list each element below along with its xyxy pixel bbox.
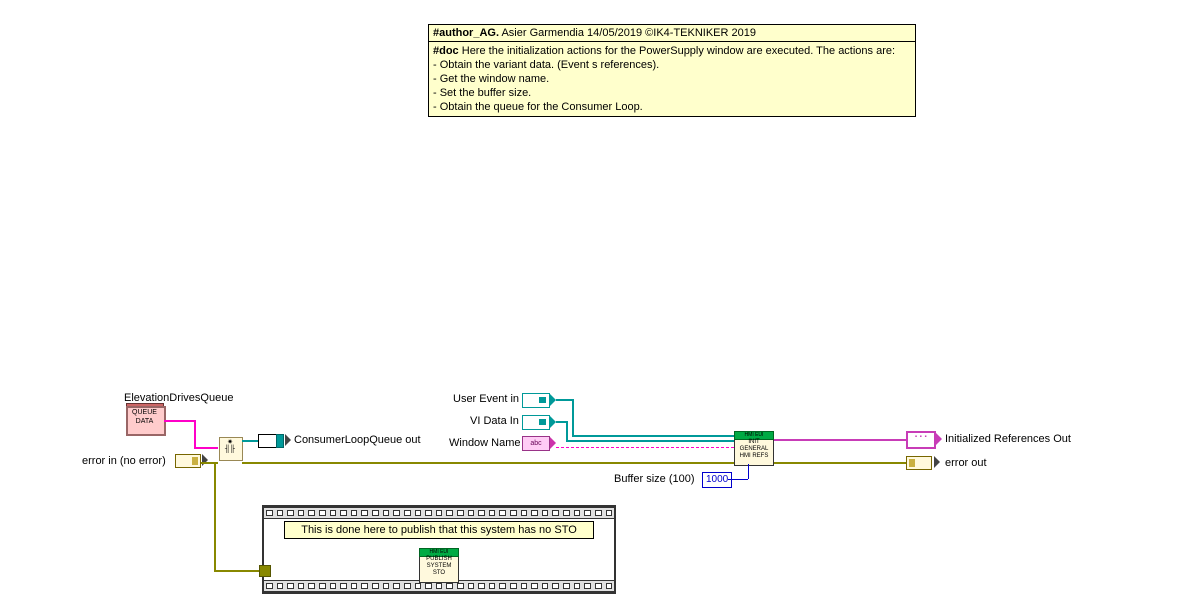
wire: [556, 399, 572, 401]
user-event-in-terminal[interactable]: [522, 393, 550, 408]
doc-comment: #doc Here the initialization actions for…: [428, 41, 916, 117]
window-name-terminal[interactable]: abc: [522, 436, 550, 451]
wire: [556, 447, 734, 448]
doc-line1: - Obtain the variant data. (Event s refe…: [433, 58, 911, 72]
vi-data-in-label: VI Data In: [470, 415, 519, 427]
error-in-label: error in (no error): [82, 455, 166, 467]
error-out-terminal[interactable]: [906, 456, 932, 470]
init-refs-arrow-icon: [936, 433, 942, 445]
wire: [194, 447, 218, 449]
subvi-init-text: INIT GENERAL HMI REFS: [735, 439, 773, 460]
unbundle-glyph: ✷╢╟: [221, 438, 239, 453]
wire: [566, 421, 568, 440]
consumer-loop-queue-out-label: ConsumerLoopQueue out: [294, 434, 421, 446]
wire: [774, 439, 906, 441]
author-tag: #author_AG.: [433, 27, 499, 39]
wire: [164, 420, 194, 422]
error-out-arrow-icon: [934, 456, 940, 468]
wire: [774, 462, 906, 464]
window-name-label: Window Name: [449, 437, 521, 449]
doc-line2: - Get the window name.: [433, 72, 911, 86]
error-in-arrow-icon: [202, 454, 208, 466]
initialized-references-out-terminal[interactable]: ▪ ▪ ▪: [906, 431, 936, 449]
wire: [194, 420, 196, 447]
user-event-in-label: User Event in: [453, 393, 518, 405]
wire: [214, 570, 260, 572]
buffer-size-label: Buffer size (100): [614, 473, 695, 485]
doc-line3: - Set the buffer size.: [433, 86, 911, 100]
consumer-loop-queue-out-terminal[interactable]: [258, 434, 284, 448]
doc-line4: - Obtain the queue for the Consumer Loop…: [433, 100, 911, 114]
film-strip-top: [264, 507, 614, 519]
wire: [728, 479, 748, 480]
wire: [572, 435, 734, 437]
publish-system-sto-subvi[interactable]: HMI EUI PUBLISH SYSTEM STO: [419, 549, 459, 583]
queue-data-node-text: QUEUE DATA: [127, 409, 162, 425]
doc-tag: #doc: [433, 45, 459, 57]
doc-text: Here the initialization actions for the …: [459, 45, 895, 57]
author-text: Asier Garmendia 14/05/2019 ©IK4-TEKNIKER…: [499, 27, 756, 39]
subvi-sto-text: PUBLISH SYSTEM STO: [420, 556, 458, 577]
wire: [556, 421, 566, 423]
wire: [566, 440, 734, 442]
sequence-tunnel: [259, 565, 271, 577]
wire: [748, 464, 749, 479]
wire: [214, 462, 216, 570]
wire: [242, 440, 258, 442]
author-comment: #author_AG. Asier Garmendia 14/05/2019 ©…: [428, 24, 916, 42]
error-in-terminal[interactable]: [175, 454, 201, 468]
wire: [242, 462, 734, 464]
wire: [572, 399, 574, 435]
consumer-loop-arrow-icon: [285, 434, 291, 446]
flat-sequence-structure[interactable]: This is done here to publish that this s…: [262, 505, 616, 594]
sto-comment: This is done here to publish that this s…: [284, 521, 594, 539]
vi-data-in-terminal[interactable]: [522, 415, 550, 430]
buffer-size-constant[interactable]: 1000: [702, 472, 732, 488]
initialized-references-out-label: Initialized References Out: [945, 433, 1071, 445]
init-general-hmirefs-subvi[interactable]: HMI EUI INIT GENERAL HMI REFS: [734, 432, 774, 466]
error-out-label: error out: [945, 457, 987, 469]
